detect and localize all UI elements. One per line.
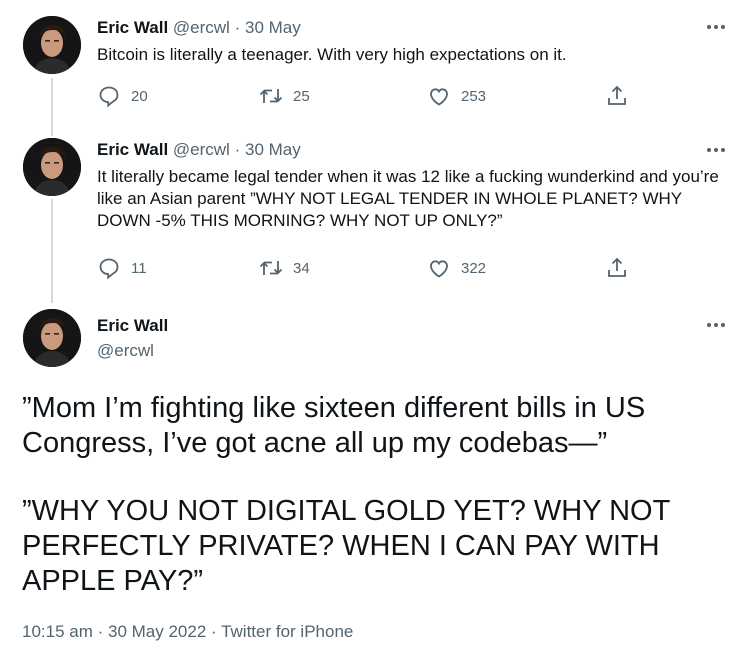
retweet-button[interactable]: 25	[259, 84, 310, 108]
reply-button[interactable]: 20	[97, 84, 148, 108]
share-icon	[608, 257, 626, 277]
tweet-header: Eric Wall @ercwl · 30 May	[97, 17, 301, 39]
more-icon[interactable]	[704, 318, 728, 332]
tweet-date[interactable]: 30 May	[245, 18, 301, 37]
like-count: 253	[461, 87, 487, 105]
retweet-button[interactable]: 34	[259, 256, 310, 280]
author-name[interactable]: Eric Wall	[97, 140, 168, 159]
tweet-actions: 11 34 322	[97, 256, 627, 280]
thread-line	[51, 78, 53, 136]
share-icon	[608, 85, 626, 105]
separator: ·	[234, 18, 241, 37]
share-button[interactable]	[605, 256, 629, 280]
like-count: 322	[461, 259, 487, 277]
author-handle[interactable]: @ercwl	[97, 341, 154, 360]
author-name[interactable]: Eric Wall	[97, 18, 168, 37]
tweet-text: It literally became legal tender when it…	[97, 167, 719, 230]
heart-icon	[430, 260, 448, 278]
like-button[interactable]: 253	[427, 84, 486, 108]
tweet-actions: 20 25 253	[97, 84, 627, 108]
more-icon[interactable]	[704, 20, 728, 34]
like-button[interactable]: 322	[427, 256, 486, 280]
thread-line	[51, 199, 53, 303]
retweet-count: 34	[293, 259, 310, 277]
main-tweet-paragraph: ”Mom I’m fighting like sixteen different…	[22, 392, 646, 459]
author-handle[interactable]: @ercwl	[173, 140, 230, 159]
reply-icon	[99, 258, 119, 280]
separator: ·	[234, 140, 241, 159]
avatar[interactable]	[23, 16, 81, 74]
avatar[interactable]	[23, 138, 81, 196]
avatar[interactable]	[23, 309, 81, 367]
main-tweet-handle: @ercwl	[97, 340, 154, 362]
main-tweet-paragraph: ”WHY YOU NOT DIGITAL GOLD YET? WHY NOT P…	[22, 495, 670, 597]
retweet-icon	[259, 89, 283, 103]
tweet-header: Eric Wall @ercwl · 30 May	[97, 139, 301, 161]
heart-icon	[430, 88, 448, 106]
main-tweet-name: Eric Wall	[97, 315, 168, 337]
retweet-icon	[259, 261, 283, 275]
tweet-date[interactable]: 30 May	[245, 140, 301, 159]
author-handle[interactable]: @ercwl	[173, 18, 230, 37]
reply-count: 11	[131, 259, 147, 277]
reply-button[interactable]: 11	[97, 256, 147, 280]
author-name[interactable]: Eric Wall	[97, 316, 168, 335]
tweet-timestamp[interactable]: 10:15 am · 30 May 2022 · Twitter for iPh…	[22, 622, 353, 642]
reply-icon	[99, 86, 119, 108]
reply-count: 20	[131, 87, 148, 105]
tweet-text: Bitcoin is literally a teenager. With ve…	[97, 45, 567, 64]
retweet-count: 25	[293, 87, 310, 105]
share-button[interactable]	[605, 84, 629, 108]
more-icon[interactable]	[704, 143, 728, 157]
